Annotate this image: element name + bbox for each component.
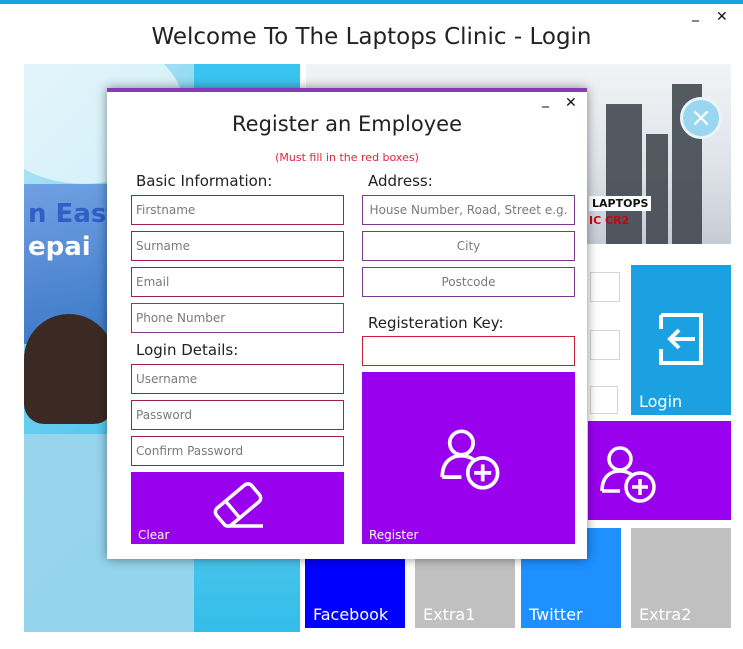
window-minimize-button[interactable]: _ [692,6,699,22]
dialog-close-button[interactable]: ✕ [565,95,577,111]
postcode-field[interactable] [362,267,575,297]
address-heading: Address: [368,172,433,190]
register-employee-dialog: _ ✕ Register an Employee (Must fill in t… [107,88,587,559]
poster-text: IC CR2 [589,214,630,227]
register-tile[interactable] [588,421,731,520]
background-field [590,272,620,302]
registration-key-field[interactable] [362,336,575,366]
confirm-password-field[interactable] [131,436,344,466]
dialog-minimize-button[interactable]: _ [542,92,549,108]
username-field[interactable] [131,364,344,394]
register-button[interactable]: Register [362,372,575,544]
window-close-button[interactable]: ✕ [716,9,728,25]
extra2-tile[interactable]: Extra2 [631,528,731,628]
required-note: (Must fill in the red boxes) [275,151,419,164]
city-field[interactable] [362,231,575,261]
house-address-field[interactable] [362,195,575,225]
dialog-title: Register an Employee [232,112,462,136]
poster-text: LAPTOPS [589,196,652,211]
firstname-field[interactable] [131,195,344,225]
sign-in-icon [659,313,703,365]
email-field[interactable] [131,267,344,297]
basic-information-heading: Basic Information: [136,172,273,190]
password-field[interactable] [131,400,344,430]
dialog-top-accent [107,88,587,92]
background-field [590,330,620,360]
extra1-tile-label: Extra1 [423,605,476,624]
add-user-icon [600,446,656,503]
clear-button[interactable]: Clear [131,472,344,544]
register-button-label: Register [369,528,419,542]
window-top-accent [0,0,743,4]
phone-number-field[interactable] [131,303,344,333]
add-user-icon [440,429,500,490]
window-title: Welcome To The Laptops Clinic - Login [151,24,592,50]
eraser-icon [213,482,263,528]
registration-key-heading: Registeration Key: [368,314,504,332]
login-tile-label: Login [639,392,683,411]
background-field [590,386,618,414]
clear-button-label: Clear [138,528,170,542]
login-details-heading: Login Details: [136,341,239,359]
extra2-tile-label: Extra2 [639,605,692,624]
surname-field[interactable] [131,231,344,261]
facebook-tile-label: Facebook [313,605,389,624]
login-tile[interactable]: Login [631,265,731,415]
poster-text: epai [28,232,91,262]
poster-text: n East [28,199,119,229]
close-circle-icon[interactable]: × [680,97,722,139]
twitter-tile-label: Twitter [529,605,583,624]
